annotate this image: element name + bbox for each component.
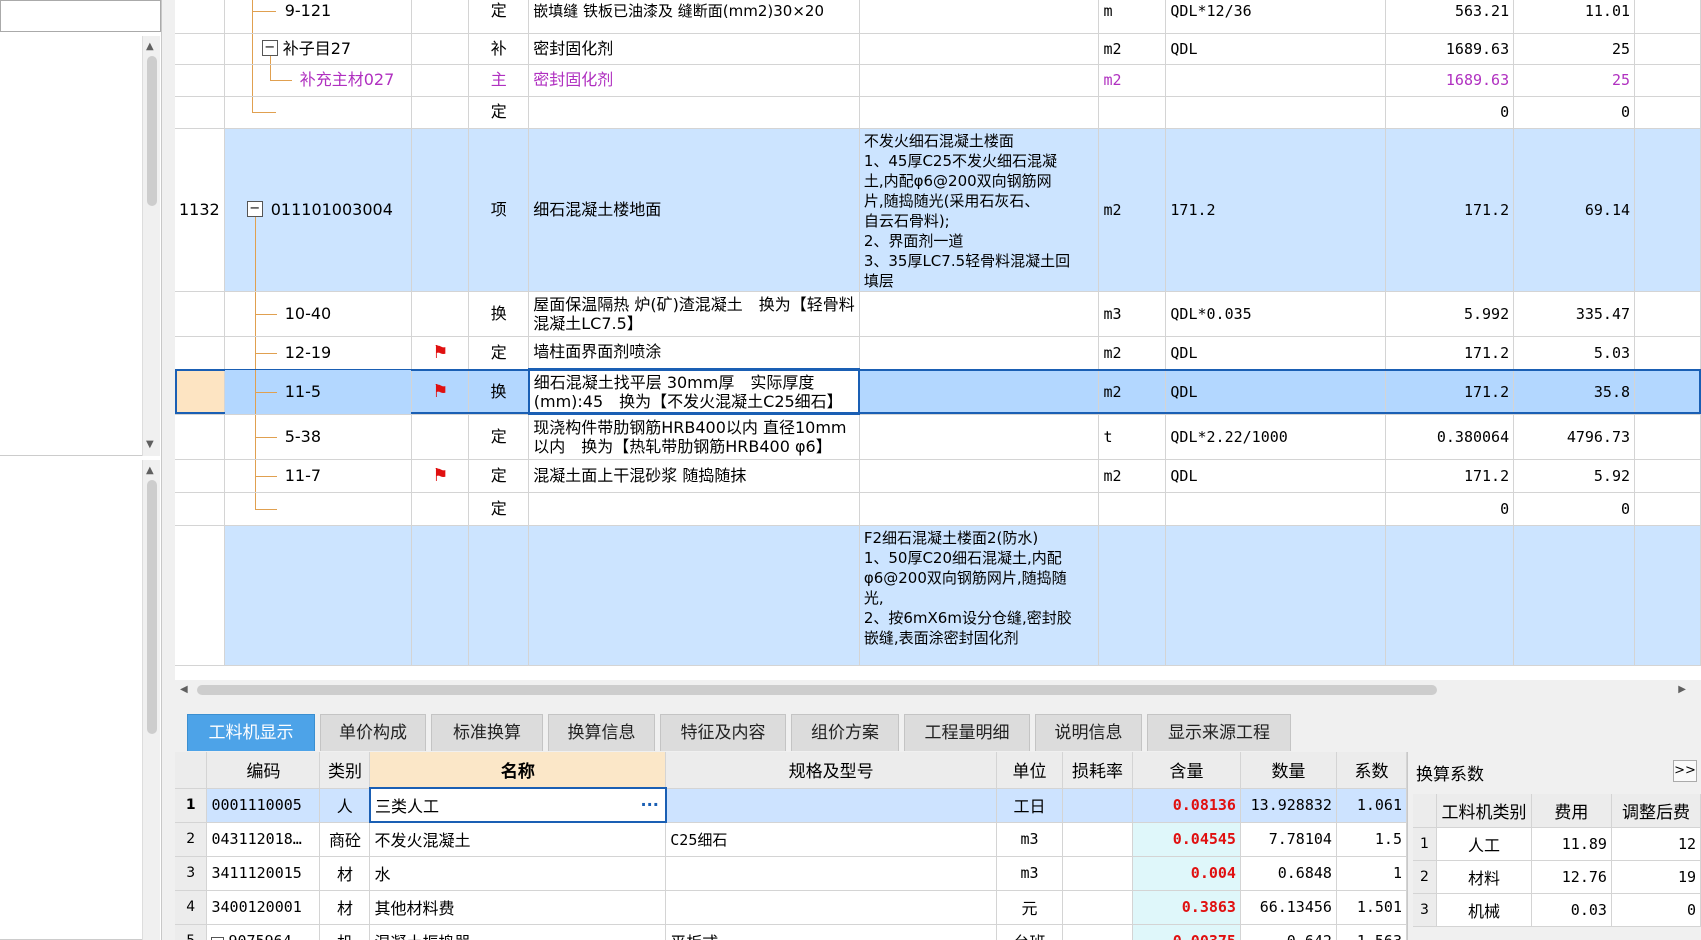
table-row[interactable]: 12-19 ⚑ 定 墙柱面界面剂喷涂 m2 QDL 171.2 5.03 xyxy=(175,336,1701,370)
scroll-thumb[interactable] xyxy=(147,56,157,206)
col-header-loss-rate[interactable]: 损耗率 xyxy=(1062,752,1133,789)
panel-title: 换算系数 xyxy=(1416,765,1484,785)
detail-tabs: 工料机显示 单价构成 标准换算 换算信息 特征及内容 组价方案 工程量明细 说明… xyxy=(175,700,1701,752)
table-row[interactable]: 9-121 定 嵌填缝 铁板已油漆及 缝断面(mm2)30×20 m QDL*1… xyxy=(175,0,1701,34)
col-header-adjusted-fee[interactable]: 调整后费 xyxy=(1611,794,1701,828)
flag-icon[interactable]: ⚑ xyxy=(432,381,448,402)
bill-grid: 9-121 定 嵌填缝 铁板已油漆及 缝断面(mm2)30×20 m QDL*1… xyxy=(175,0,1701,680)
table-row[interactable]: 2 043112018… 商砼 不发火混凝土 C25细石 m3 0.04545 … xyxy=(175,822,1407,857)
col-header-code[interactable]: 编码 xyxy=(206,752,321,789)
col-header-unit[interactable]: 单位 xyxy=(996,752,1064,789)
minus-box-icon[interactable]: − xyxy=(261,39,278,56)
tree-list-bottom-scrollbar[interactable]: ▲ xyxy=(142,460,160,940)
tree-list-top[interactable] xyxy=(0,36,142,456)
scroll-down-icon[interactable]: ▼ xyxy=(146,440,154,450)
scroll-up-icon[interactable]: ▲ xyxy=(146,466,154,476)
col-header-category[interactable]: 工料机类别 xyxy=(1436,794,1532,828)
tree-list-top-scrollbar[interactable]: ▲ ▼ xyxy=(142,36,160,456)
table-row-selected[interactable]: 1 0001110005 人 三类人工 ··· 工日 0.08136 13.92… xyxy=(175,787,1407,823)
table-row[interactable]: F2细石混凝土楼面2(防水) 1、50厚C20细石混凝土,内配 φ6@200双向… xyxy=(175,525,1701,666)
tab-conversion-info[interactable]: 换算信息 xyxy=(548,714,655,751)
minus-box-icon[interactable]: − xyxy=(246,200,263,217)
tab-unit-price[interactable]: 单价构成 xyxy=(320,714,426,751)
scroll-thumb[interactable] xyxy=(147,480,157,734)
flag-icon[interactable]: ⚑ xyxy=(432,465,448,486)
grid-horizontal-scrollbar[interactable]: ◀ ▶ xyxy=(175,680,1701,700)
scroll-right-icon[interactable]: ▶ xyxy=(1678,684,1686,695)
table-row[interactable]: 定 0 0 xyxy=(175,96,1701,129)
filter-input[interactable] xyxy=(0,0,161,32)
table-row[interactable]: 5-38 定 现浇构件带肋钢筋HRB400以内 直径10mm以内 换为【热轧带肋… xyxy=(175,414,1701,460)
resource-grid: 编码 类别 名称 规格及型号 单位 损耗率 含量 数量 系数 1 0001110… xyxy=(175,752,1407,940)
table-row[interactable]: 3 机械 0.03 0 xyxy=(1413,893,1701,927)
col-header-name[interactable]: 名称 xyxy=(369,752,667,789)
tab-pricing-plan[interactable]: 组价方案 xyxy=(791,714,899,751)
scroll-thumb[interactable] xyxy=(197,685,1437,695)
tab-standard-conversion[interactable]: 标准换算 xyxy=(431,714,543,751)
col-header-quantity[interactable]: 数量 xyxy=(1240,752,1337,789)
table-row-selected[interactable]: 11-5 ⚑ 换 细石混凝土找平层 30mm厚 实际厚度(mm):45 换为【不… xyxy=(175,368,1701,415)
table-row[interactable]: 11-7 ⚑ 定 混凝土面上干混砂浆 随捣随抹 m2 QDL 171.2 5.9… xyxy=(175,459,1701,493)
name-edit-value[interactable]: 三类人工 xyxy=(375,797,439,816)
col-header-coefficient[interactable]: 系数 xyxy=(1336,752,1407,789)
scroll-up-icon[interactable]: ▲ xyxy=(146,42,154,52)
ellipsis-icon[interactable]: ··· xyxy=(641,795,659,814)
table-row[interactable]: 3 3411120015 材 水 m3 0.004 0.6848 1 xyxy=(175,856,1407,891)
tab-description[interactable]: 说明信息 xyxy=(1035,714,1142,751)
table-row[interactable]: 定 0 0 xyxy=(175,492,1701,526)
col-header-category[interactable]: 类别 xyxy=(319,752,371,789)
coef-header-row: 工料机类别 费用 调整后费 xyxy=(1413,794,1701,828)
tab-features[interactable]: 特征及内容 xyxy=(660,714,786,751)
table-row[interactable]: 补充主材027 主 密封固化剂 m2 1689.63 25 xyxy=(175,64,1701,97)
tab-labor-material-machine[interactable]: 工料机显示 xyxy=(187,714,315,751)
table-row[interactable]: 5 +9075964 机 混凝土振捣器 平板式 台班 0.00375 0.642… xyxy=(175,924,1407,940)
scroll-left-icon[interactable]: ◀ xyxy=(180,684,188,695)
resource-header-row: 编码 类别 名称 规格及型号 单位 损耗率 含量 数量 系数 xyxy=(175,752,1407,789)
table-row[interactable]: − 补子目27 补 密封固化剂 m2 QDL 1689.63 25 xyxy=(175,33,1701,65)
col-header-content[interactable]: 含量 xyxy=(1132,752,1241,789)
col-header-spec[interactable]: 规格及型号 xyxy=(665,752,998,789)
flag-icon[interactable]: ⚑ xyxy=(432,342,448,363)
expand-panel-button[interactable]: >> xyxy=(1673,760,1697,782)
table-row[interactable]: 1132 − 011101003004 项 细石混凝土楼地面 不发火细石混凝土楼… xyxy=(175,128,1701,292)
col-header-fee[interactable]: 费用 xyxy=(1531,794,1612,828)
table-row[interactable]: 4 3400120001 材 其他材料费 元 0.3863 66.13456 1… xyxy=(175,890,1407,925)
tab-source-project[interactable]: 显示来源工程 xyxy=(1147,714,1291,751)
left-pane: ▲ ▼ ▲ xyxy=(0,0,162,940)
tree-list-bottom[interactable] xyxy=(0,460,142,940)
table-row[interactable]: 10-40 换 屋面保温隔热 炉(矿)渣混凝土 换为【轻骨料混凝土LC7.5】 … xyxy=(175,291,1701,337)
conversion-coefficient-panel: 换算系数 >> 工料机类别 费用 调整后费 1 人工 11.89 12 2 材料… xyxy=(1407,752,1701,940)
tab-quantity-detail[interactable]: 工程量明细 xyxy=(904,714,1030,751)
table-row[interactable]: 1 人工 11.89 12 xyxy=(1413,827,1701,861)
table-row[interactable]: 2 材料 12.76 19 xyxy=(1413,860,1701,894)
